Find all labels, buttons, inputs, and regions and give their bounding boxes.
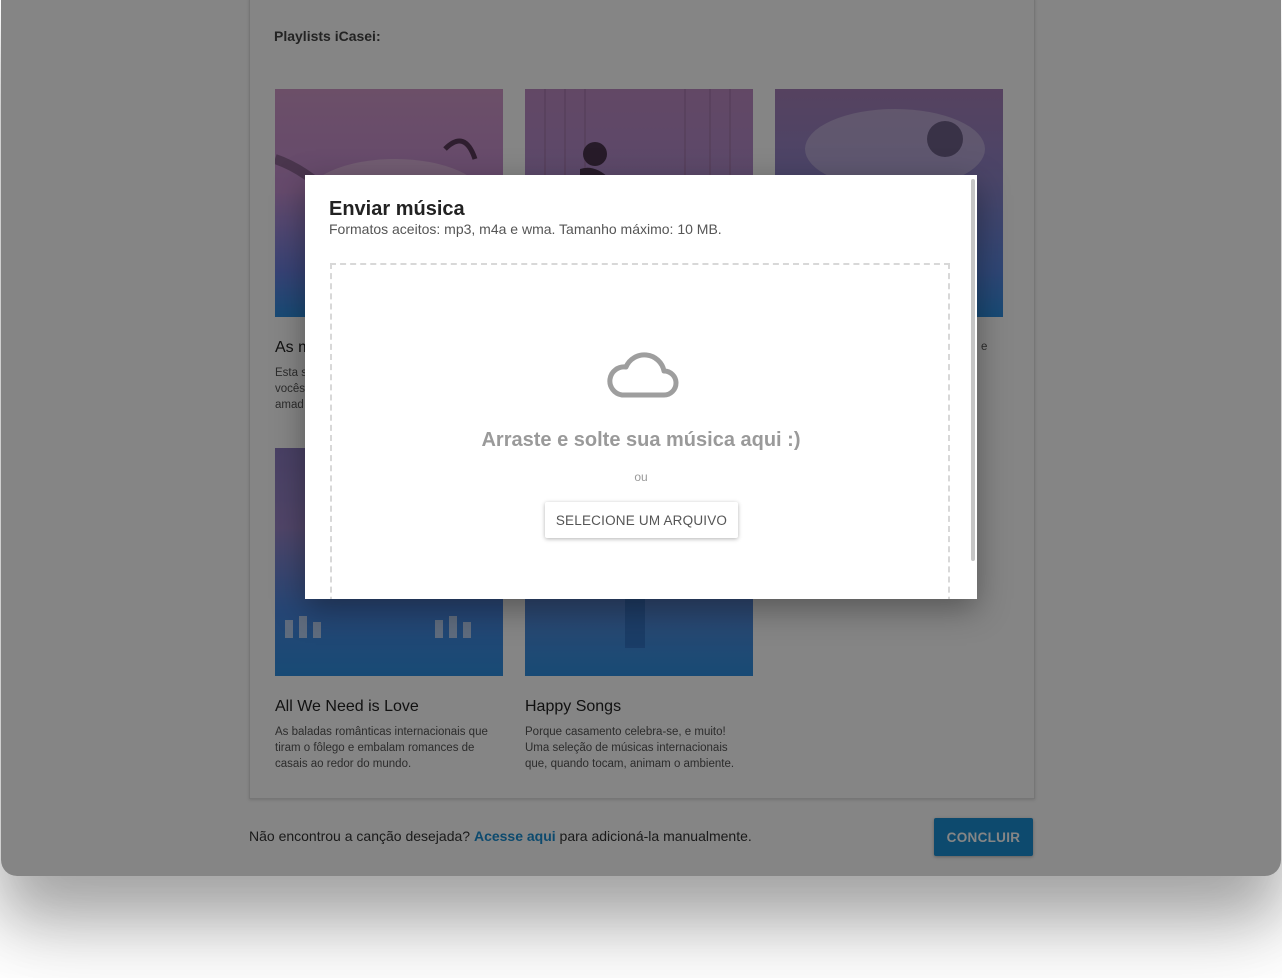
drop-instructions: Arraste e solte sua música aqui :) <box>481 429 801 451</box>
upload-music-dialog: Enviar música Formatos aceitos: mp3, m4a… <box>305 175 977 599</box>
cloud-icon <box>607 352 679 398</box>
or-separator: ou <box>634 470 648 484</box>
browser-window: Playlists iCasei: As m Esta s vocês amad <box>1 0 1281 876</box>
dialog-title: Enviar música <box>329 198 465 220</box>
select-file-button[interactable]: SELECIONE UM ARQUIVO <box>545 502 738 538</box>
dialog-subtitle: Formatos aceitos: mp3, m4a e wma. Tamanh… <box>329 221 722 237</box>
dialog-scrollbar[interactable] <box>971 179 975 561</box>
